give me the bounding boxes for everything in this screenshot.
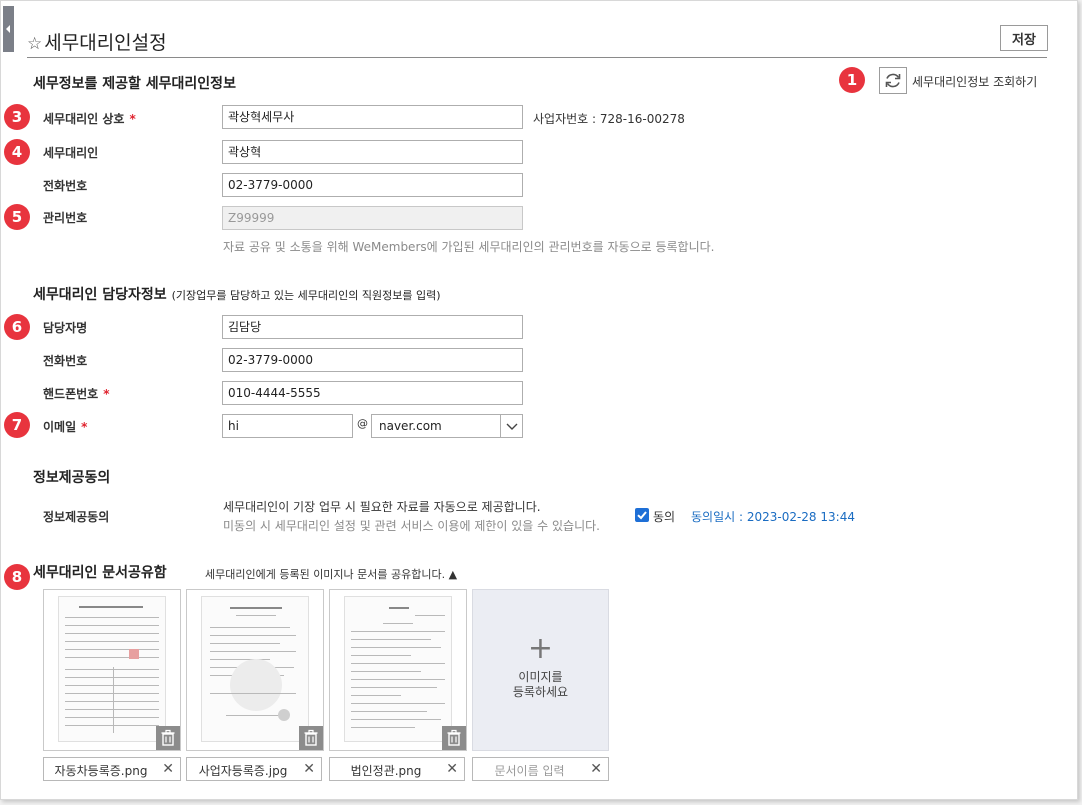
trash-icon[interactable] <box>299 726 323 750</box>
file-name-field[interactable]: 사업자등록증.jpg ✕ <box>186 757 322 781</box>
doc-preview-business-registration <box>201 596 309 742</box>
badge-7: 7 <box>4 412 30 438</box>
refresh-icon <box>885 73 901 88</box>
doc-thumbnail[interactable] <box>43 589 181 751</box>
contact-info-heading: 세무대리인 담당자정보 (기장업무를 담당하고 있는 세무대리인의 직원정보를 … <box>33 287 441 303</box>
agent-name-input[interactable]: 곽상혁 <box>222 140 523 164</box>
mgmt-no-input: Z99999 <box>222 206 523 230</box>
close-icon[interactable]: ✕ <box>590 761 602 777</box>
badge-3: 3 <box>4 104 30 130</box>
trade-name-input[interactable]: 곽상혁세무사 <box>222 105 523 129</box>
consent-label: 정보제공동의 <box>43 510 110 524</box>
file-name-text: 법인정관.png <box>350 764 422 778</box>
consent-heading: 정보제공동의 <box>33 470 111 486</box>
file-name-field[interactable]: 법인정관.png ✕ <box>329 757 465 781</box>
email-domain-select[interactable]: naver.com <box>371 414 523 438</box>
agent-name-label: 세무대리인 <box>43 146 99 160</box>
doc-thumbnail[interactable] <box>329 589 467 751</box>
email-at-sign: @ <box>357 417 368 430</box>
settings-panel: ☆ 세무대리인설정 저장 세무정보를 제공할 세무대리인정보 1 세무대리인정보 … <box>0 0 1078 800</box>
doc-name-input[interactable]: 문서이름 입력 ✕ <box>472 757 609 781</box>
badge-1: 1 <box>839 67 865 93</box>
agent-phone-input[interactable]: 02-3779-0000 <box>222 173 523 197</box>
contact-name-input[interactable]: 김담당 <box>222 315 523 339</box>
star-icon[interactable]: ☆ <box>27 34 42 54</box>
consent-date: 동의일시 : 2023-02-28 13:44 <box>691 510 855 524</box>
chevron-down-icon[interactable] <box>500 415 522 437</box>
doc-name-placeholder: 문서이름 입력 <box>494 764 565 778</box>
badge-5: 5 <box>4 204 30 230</box>
required-mark: * <box>103 387 110 401</box>
file-name-text: 사업자등록증.jpg <box>198 764 288 778</box>
badge-4: 4 <box>4 139 30 165</box>
lookup-agent-label[interactable]: 세무대리인정보 조회하기 <box>912 73 1037 90</box>
doc-thumbnail[interactable] <box>186 589 324 751</box>
collapse-toggle[interactable]: ▲ <box>449 568 457 581</box>
consent-checkbox-label[interactable]: 동의 <box>653 508 675 525</box>
email-label: 이메일 * <box>43 420 88 434</box>
panel-collapse-handle[interactable] <box>3 6 14 52</box>
contact-info-subheading: (기장업무를 담당하고 있는 세무대리인의 직원정보를 입력) <box>171 289 441 302</box>
agent-info-heading: 세무정보를 제공할 세무대리인정보 <box>33 76 236 92</box>
consent-checkbox[interactable] <box>635 508 649 522</box>
docs-subheading: 세무대리인에게 등록된 이미지나 문서를 공유합니다. ▲ <box>205 568 458 581</box>
email-domain-value: naver.com <box>379 419 442 433</box>
contact-mobile-input[interactable]: 010-4444-5555 <box>222 381 523 405</box>
close-icon[interactable]: ✕ <box>162 761 174 777</box>
close-icon[interactable]: ✕ <box>446 761 458 777</box>
trash-icon[interactable] <box>442 726 466 750</box>
close-icon[interactable]: ✕ <box>303 761 315 777</box>
required-mark: * <box>129 112 136 126</box>
contact-mobile-label: 핸드폰번호 * <box>43 387 110 401</box>
mgmt-no-label: 관리번호 <box>43 211 88 225</box>
required-mark: * <box>81 420 88 434</box>
lookup-agent-button[interactable] <box>879 67 907 94</box>
save-button[interactable]: 저장 <box>1000 25 1048 51</box>
page-title: ☆ 세무대리인설정 <box>27 32 167 54</box>
docs-heading: 세무대리인 문서공유함 <box>33 565 167 581</box>
doc-preview-car-registration <box>58 596 166 742</box>
email-local-input[interactable]: hi <box>222 414 353 438</box>
title-divider <box>27 57 1047 58</box>
consent-text-line2: 미동의 시 세무대리인 설정 및 관련 서비스 이용에 제한이 있을 수 있습니… <box>223 519 600 533</box>
badge-8: 8 <box>4 564 30 590</box>
doc-preview-articles-of-incorporation <box>344 596 452 742</box>
check-icon <box>637 511 647 520</box>
agent-phone-label: 전화번호 <box>43 179 88 193</box>
file-name-text: 자동차등록증.png <box>54 764 148 778</box>
contact-name-label: 담당자명 <box>43 321 88 335</box>
file-name-field[interactable]: 자동차등록증.png ✕ <box>43 757 181 781</box>
add-image-button[interactable]: + 이미지를 등록하세요 <box>472 589 609 751</box>
consent-text-line1: 세무대리인이 기장 업무 시 필요한 자료를 자동으로 제공합니다. <box>223 500 541 514</box>
badge-6: 6 <box>4 314 30 340</box>
trash-icon[interactable] <box>156 726 180 750</box>
trade-name-label: 세무대리인 상호 * <box>43 112 136 126</box>
contact-phone-label: 전화번호 <box>43 354 88 368</box>
contact-phone-input[interactable]: 02-3779-0000 <box>222 348 523 372</box>
plus-icon: + <box>527 631 554 666</box>
add-image-label: 이미지를 등록하세요 <box>512 670 569 699</box>
mgmt-no-hint: 자료 공유 및 소통을 위해 WeMembers에 가입된 세무대리인의 관리번… <box>223 240 715 254</box>
biz-number-text: 사업자번호 : 728-16-00278 <box>533 112 685 126</box>
